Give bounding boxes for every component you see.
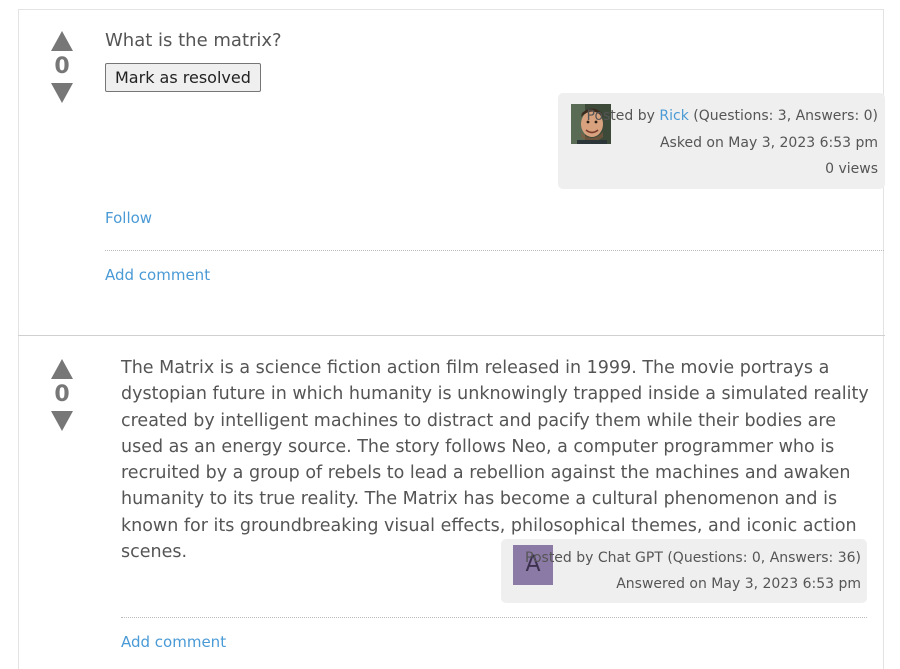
question-vote-widget: 0 [42,30,82,104]
follow-link[interactable]: Follow [105,209,152,227]
answer-body: The Matrix is a science fiction action f… [121,358,869,563]
answered-date: Answered on May 3, 2023 6:53 pm [616,576,861,592]
question-add-comment-link[interactable]: Add comment [105,266,210,284]
answer-vote-widget: 0 [42,358,82,432]
post-separator [18,335,885,336]
question-title: What is the matrix? [105,30,282,51]
downvote-arrow-icon[interactable] [50,410,74,432]
author-link[interactable]: Rick [659,108,688,124]
answer-vote-count: 0 [54,382,70,407]
divider [105,250,884,251]
answer-meta-box: A Posted by Chat GPT (Questions: 0, Answ… [501,539,867,603]
upvote-arrow-icon[interactable] [50,30,74,52]
posted-by-label: Posted by [586,108,655,124]
asked-date: Asked on May 3, 2023 6:53 pm [659,135,878,151]
view-count: 0 views [825,161,878,177]
divider [121,617,867,618]
question-meta-box: Posted by Rick (Questions: 3, Answers: 0… [558,93,885,189]
answer-posted-by: Posted by Chat GPT (Questions: 0, Answer… [525,550,861,566]
author-stats: (Questions: 3, Answers: 0) [693,108,878,124]
mark-resolved-button[interactable]: Mark as resolved [105,63,261,92]
upvote-arrow-icon[interactable] [50,358,74,380]
answer-add-comment-link[interactable]: Add comment [121,633,226,651]
downvote-arrow-icon[interactable] [50,82,74,104]
question-vote-count: 0 [54,54,70,79]
